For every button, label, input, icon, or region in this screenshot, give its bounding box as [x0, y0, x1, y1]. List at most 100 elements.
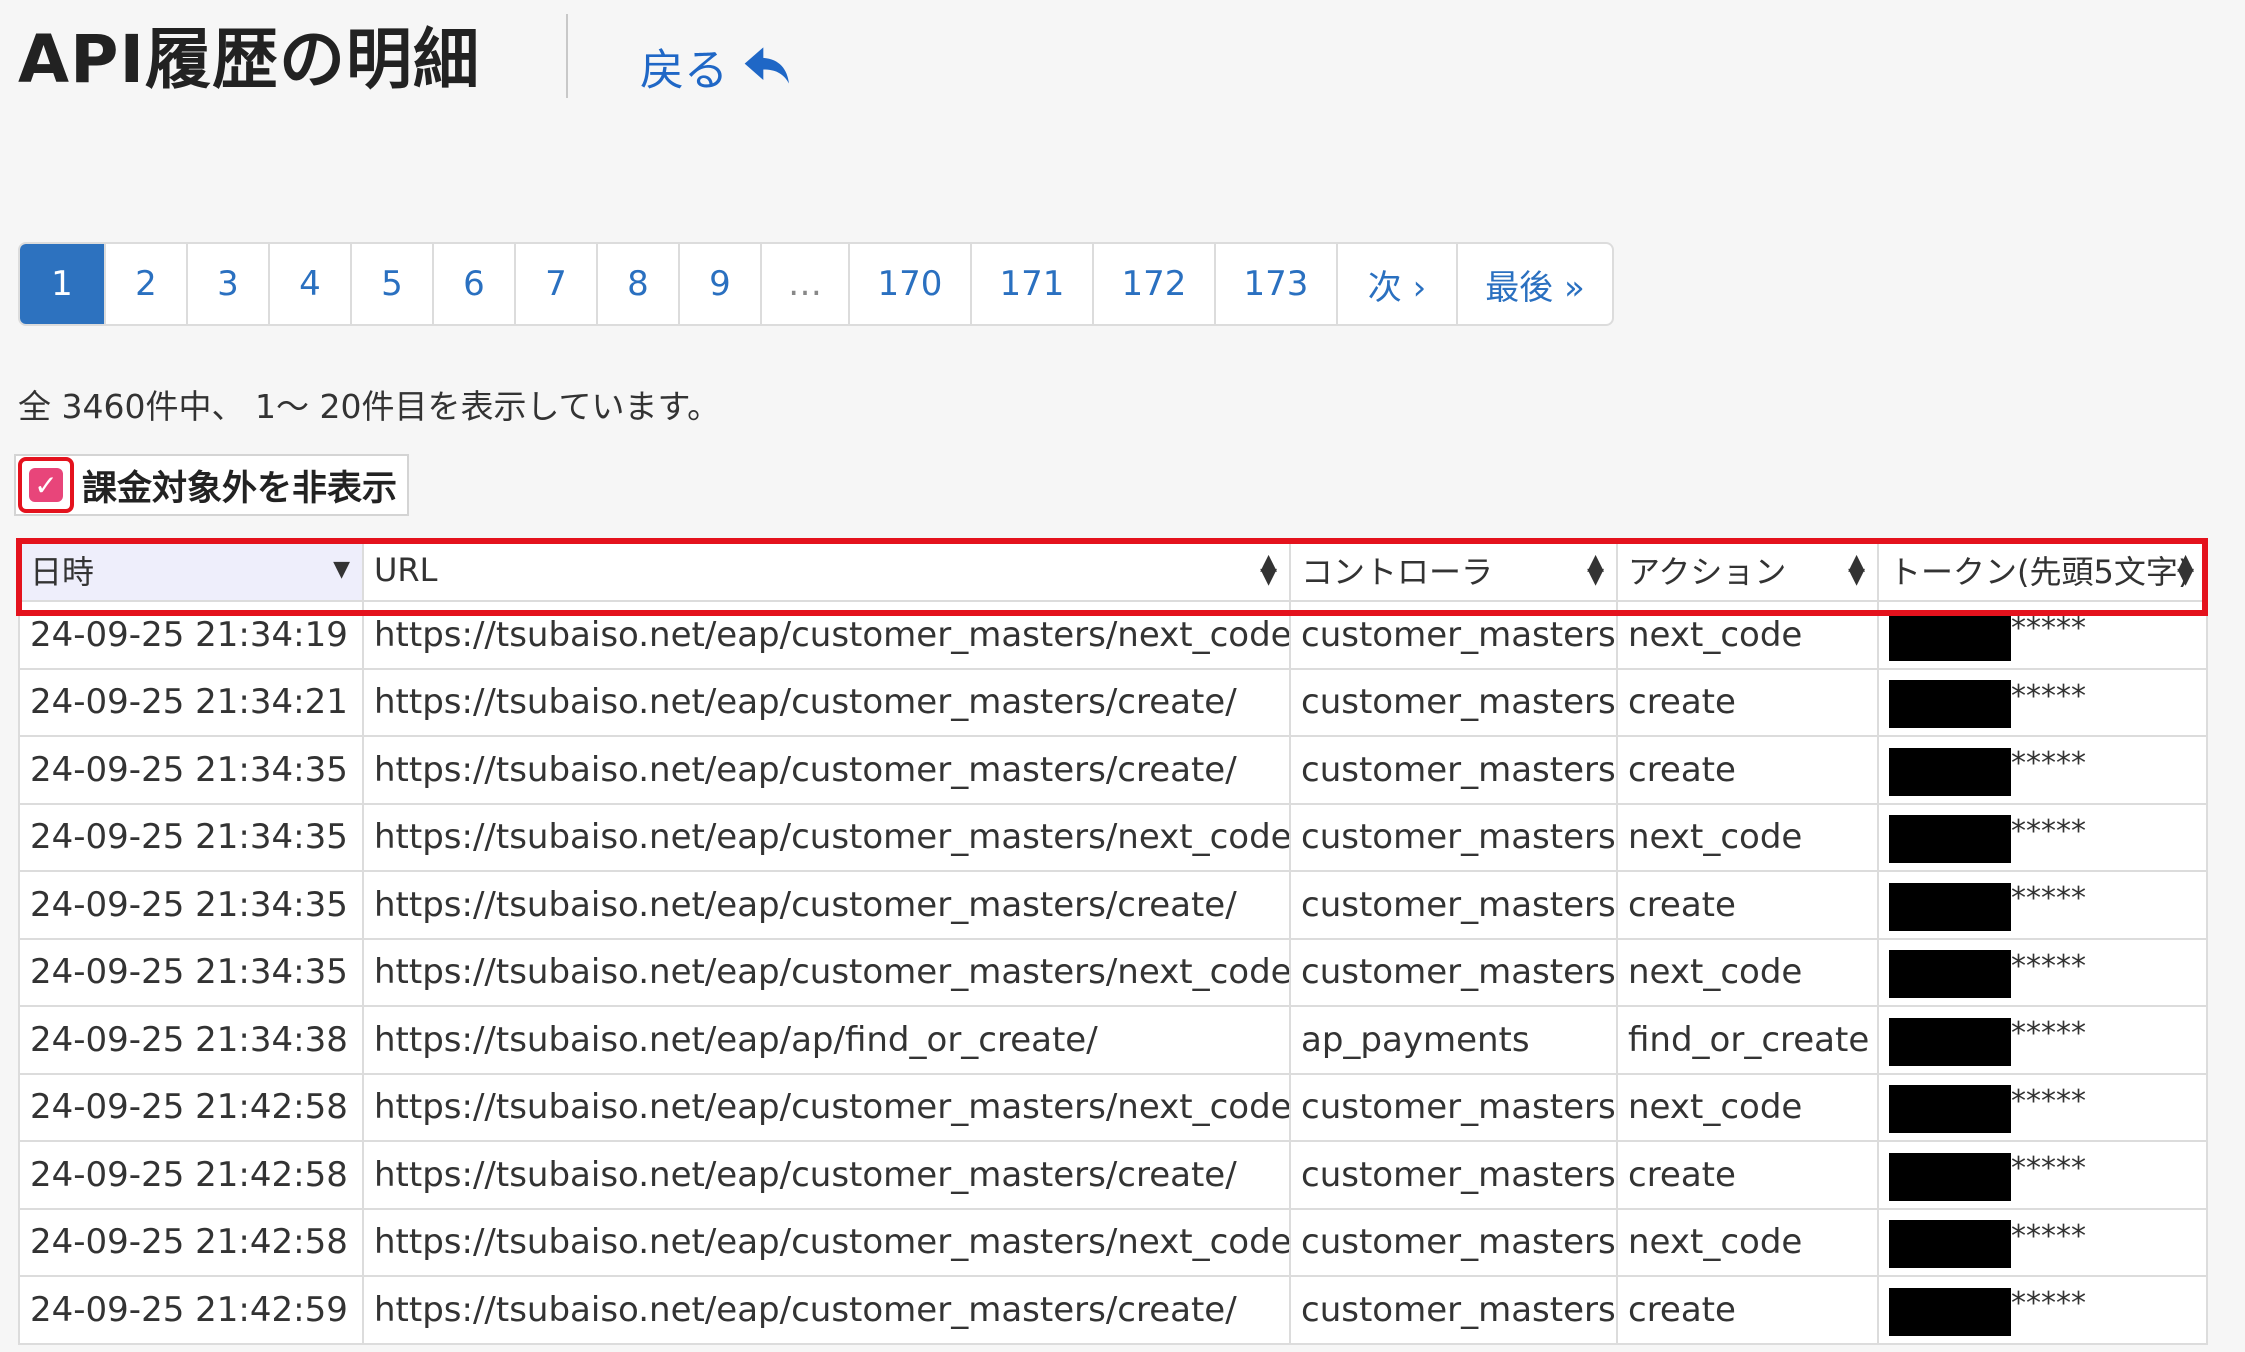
- token-redaction-mask: [1889, 747, 2011, 796]
- table-row: 24-09-25 21:34:35 https://tsubaiso.net/ea…: [18, 802, 2208, 872]
- table-header-row: 日時 ▼ URL ▲ ▼ コントローラ ▲ ▼ アクション ▲ ▼ トークン(先頭5文…: [18, 538, 2208, 602]
- cell-url: https://tsubaiso.net/eap/customer_master…: [362, 802, 1291, 872]
- checkmark-icon: ✓: [29, 468, 63, 502]
- cell-token: *****: [1877, 1005, 2208, 1075]
- token-masked-text: *****: [2011, 1218, 2086, 1254]
- token-masked-text: *****: [2011, 1286, 2086, 1322]
- table-row: 24-09-25 21:42:59 https://tsubaiso.net/ea…: [18, 1275, 2208, 1345]
- cell-url: https://tsubaiso.net/eap/customer_master…: [362, 1140, 1291, 1210]
- cell-action: find_or_create: [1616, 1005, 1879, 1075]
- column-header-token[interactable]: トークン(先頭5文字) ▲ ▼: [1877, 538, 2208, 602]
- column-header-controller[interactable]: コントローラ ▲ ▼: [1289, 538, 1618, 602]
- api-history-table: 日時 ▼ URL ▲ ▼ コントローラ ▲ ▼ アクション ▲ ▼ トークン(先頭5文…: [18, 538, 2208, 1345]
- caret-down-icon: ▼: [333, 557, 350, 582]
- cell-token: *****: [1877, 667, 2208, 737]
- cell-url: https://tsubaiso.net/eap/ap/find_or_crea…: [362, 1005, 1291, 1075]
- result-summary: 全 3460件中、 1〜 20件目を表示しています。: [18, 387, 721, 426]
- page-link-4[interactable]: 5: [350, 244, 432, 324]
- table-row: 24-09-25 21:34:35 https://tsubaiso.net/ea…: [18, 735, 2208, 805]
- cell-url: https://tsubaiso.net/eap/customer_master…: [362, 1072, 1291, 1142]
- cell-url: https://tsubaiso.net/eap/customer_master…: [362, 735, 1291, 805]
- cell-action: next_code: [1616, 600, 1879, 670]
- cell-datetime: 24-09-25 21:34:35: [18, 802, 364, 872]
- cell-controller: customer_masters: [1289, 1072, 1618, 1142]
- token-masked-text: *****: [2011, 1083, 2086, 1119]
- token-redaction-mask: [1889, 1085, 2011, 1134]
- page-link-13[interactable]: 173: [1214, 244, 1336, 324]
- cell-controller: customer_masters: [1289, 1275, 1618, 1345]
- title-divider: [566, 14, 568, 98]
- table-row: 24-09-25 21:34:19 https://tsubaiso.net/ea…: [18, 600, 2208, 670]
- back-link-label: 戻る: [640, 45, 728, 96]
- token-redaction-mask: [1889, 950, 2011, 999]
- token-redaction-mask: [1889, 882, 2011, 931]
- table-body: 24-09-25 21:34:19 https://tsubaiso.net/ea…: [18, 600, 2208, 1345]
- token-redaction-mask: [1889, 1287, 2011, 1336]
- page-link-7[interactable]: 8: [596, 244, 678, 324]
- cell-controller: customer_masters: [1289, 667, 1618, 737]
- cell-url: https://tsubaiso.net/eap/customer_master…: [362, 937, 1291, 1007]
- cell-action: create: [1616, 735, 1879, 805]
- column-header-datetime[interactable]: 日時 ▼: [18, 538, 364, 602]
- table-row: 24-09-25 21:34:38 https://tsubaiso.net/ea…: [18, 1005, 2208, 1075]
- cell-url: https://tsubaiso.net/eap/customer_master…: [362, 667, 1291, 737]
- cell-action: create: [1616, 667, 1879, 737]
- cell-url: https://tsubaiso.net/eap/customer_master…: [362, 1207, 1291, 1277]
- column-header-url[interactable]: URL ▲ ▼: [362, 538, 1291, 602]
- cell-token: *****: [1877, 600, 2208, 670]
- cell-action: create: [1616, 1275, 1879, 1345]
- cell-controller: customer_masters: [1289, 735, 1618, 805]
- table-row: 24-09-25 21:34:35 https://tsubaiso.net/ea…: [18, 870, 2208, 940]
- token-masked-text: *****: [2011, 881, 2086, 917]
- table-row: 24-09-25 21:42:58 https://tsubaiso.net/ea…: [18, 1072, 2208, 1142]
- table-row: 24-09-25 21:42:58 https://tsubaiso.net/ea…: [18, 1207, 2208, 1277]
- column-header-action[interactable]: アクション ▲ ▼: [1616, 538, 1879, 602]
- page-link-5[interactable]: 6: [432, 244, 514, 324]
- cell-token: *****: [1877, 937, 2208, 1007]
- hide-non-billable-checkbox[interactable]: ✓: [18, 457, 74, 513]
- token-redaction-mask: [1889, 815, 2011, 864]
- page-title: API履歴の明細: [18, 21, 481, 98]
- sort-icon: ▲ ▼: [2177, 550, 2194, 589]
- page-link-14[interactable]: 次 ›: [1336, 244, 1456, 324]
- page-link-2[interactable]: 3: [186, 244, 268, 324]
- cell-action: next_code: [1616, 937, 1879, 1007]
- hide-non-billable-filter[interactable]: ✓ 課金対象外を非表示: [14, 454, 410, 516]
- page-link-1[interactable]: 2: [104, 244, 186, 324]
- cell-datetime: 24-09-25 21:34:35: [18, 870, 364, 940]
- page-link-12[interactable]: 172: [1092, 244, 1214, 324]
- sort-icon: ▲ ▼: [1848, 550, 1865, 589]
- cell-controller: customer_masters: [1289, 937, 1618, 1007]
- sort-icon: ▲ ▼: [1587, 550, 1604, 589]
- filter-label: 課金対象外を非表示: [82, 468, 398, 509]
- page-link-3[interactable]: 4: [268, 244, 350, 324]
- cell-url: https://tsubaiso.net/eap/customer_master…: [362, 1275, 1291, 1345]
- page-link-10[interactable]: 170: [848, 244, 970, 324]
- cell-controller: customer_masters: [1289, 1140, 1618, 1210]
- page-link-11[interactable]: 171: [970, 244, 1092, 324]
- cell-token: *****: [1877, 1275, 2208, 1345]
- token-masked-text: *****: [2011, 611, 2086, 647]
- token-masked-text: *****: [2011, 948, 2086, 984]
- page-link-9[interactable]: …: [760, 244, 848, 324]
- cell-url: https://tsubaiso.net/eap/customer_master…: [362, 600, 1291, 670]
- table-row: 24-09-25 21:34:35 https://tsubaiso.net/ea…: [18, 937, 2208, 1007]
- back-link[interactable]: 戻る: [640, 28, 796, 104]
- api-history-table-wrap: 日時 ▼ URL ▲ ▼ コントローラ ▲ ▼ アクション ▲ ▼ トークン(先頭5文…: [16, 538, 2208, 1345]
- cell-action: next_code: [1616, 802, 1879, 872]
- cell-action: next_code: [1616, 1207, 1879, 1277]
- cell-controller: customer_masters: [1289, 600, 1618, 670]
- cell-controller: customer_masters: [1289, 802, 1618, 872]
- page-link-0[interactable]: 1: [20, 244, 104, 324]
- cell-controller: customer_masters: [1289, 870, 1618, 940]
- cell-datetime: 24-09-25 21:34:35: [18, 937, 364, 1007]
- cell-action: create: [1616, 1140, 1879, 1210]
- page-link-6[interactable]: 7: [514, 244, 596, 324]
- token-masked-text: *****: [2011, 1016, 2086, 1052]
- cell-controller: customer_masters: [1289, 1207, 1618, 1277]
- token-masked-text: *****: [2011, 813, 2086, 849]
- token-masked-text: *****: [2011, 746, 2086, 782]
- cell-datetime: 24-09-25 21:34:38: [18, 1005, 364, 1075]
- page-link-8[interactable]: 9: [678, 244, 760, 324]
- page-link-15[interactable]: 最後 »: [1456, 244, 1612, 324]
